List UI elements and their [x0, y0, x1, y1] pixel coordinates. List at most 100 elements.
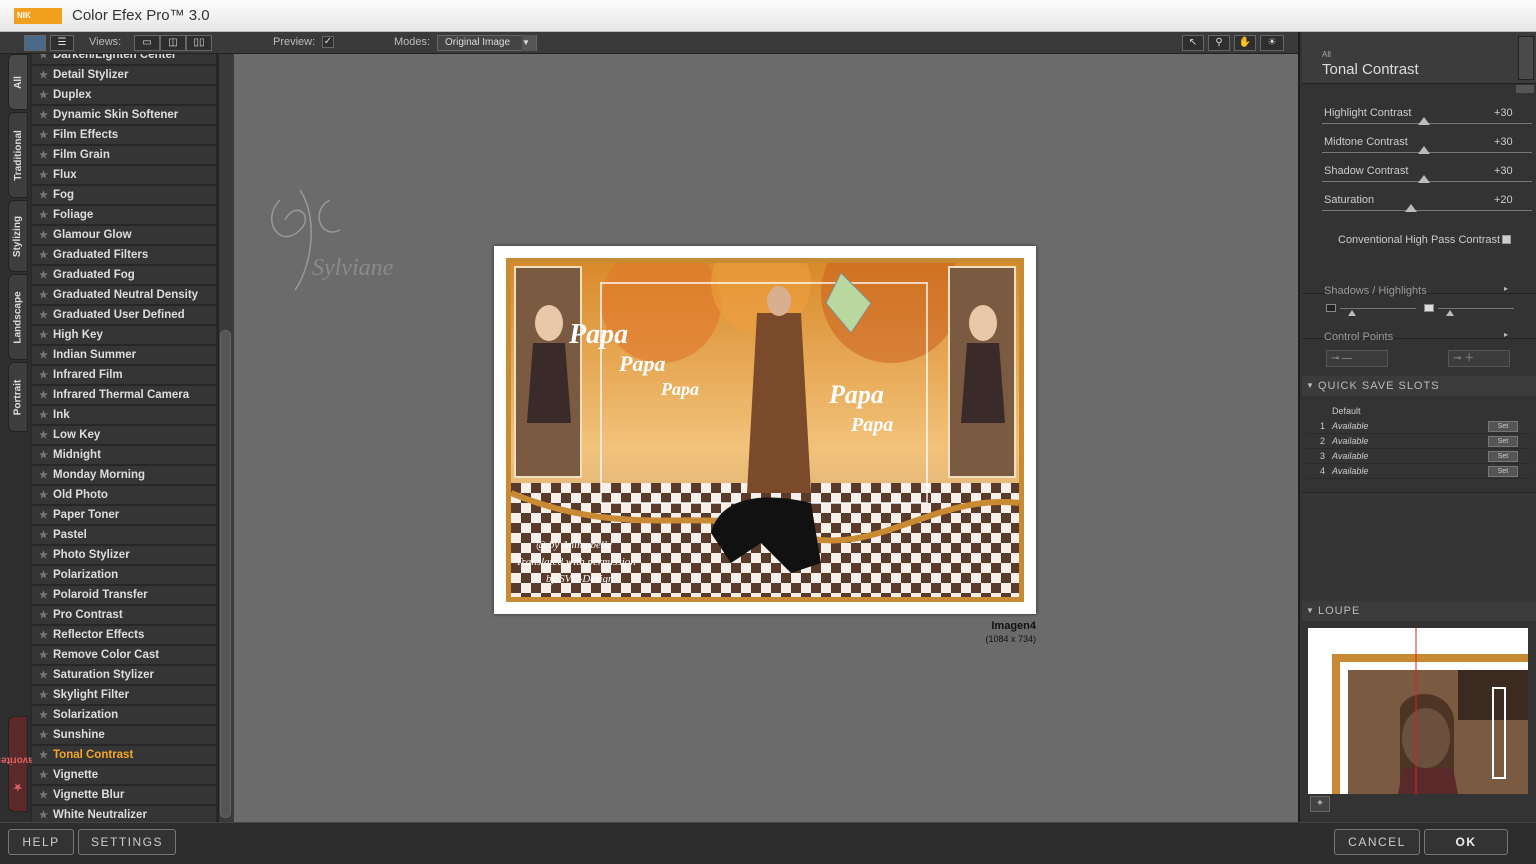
- help-button[interactable]: HELP: [8, 829, 74, 855]
- quick-save-slot[interactable]: 3 Available Set: [1306, 450, 1530, 464]
- favorite-star-icon[interactable]: ★: [39, 746, 48, 765]
- filter-item[interactable]: ★ Midnight: [32, 446, 216, 465]
- filter-item[interactable]: ★ Infrared Film: [32, 366, 216, 385]
- quick-save-slot[interactable]: 4 Available Set: [1306, 465, 1530, 479]
- slot-set-button[interactable]: Set: [1488, 421, 1518, 432]
- filter-item[interactable]: ★ Flux: [32, 166, 216, 185]
- filter-item[interactable]: ★ Ink: [32, 406, 216, 425]
- filter-item[interactable]: ★ Fog: [32, 186, 216, 205]
- hand-icon[interactable]: ✋: [1234, 35, 1256, 51]
- scrollbar-thumb[interactable]: [220, 330, 231, 818]
- filter-item[interactable]: ★ Foliage: [32, 206, 216, 225]
- tab-all[interactable]: All: [8, 54, 28, 110]
- tab-favorites[interactable]: ★ Favorites: [0, 716, 40, 812]
- favorite-star-icon[interactable]: ★: [39, 66, 48, 85]
- slider-handle[interactable]: [1418, 146, 1430, 154]
- single-view-icon[interactable]: [24, 35, 46, 51]
- filter-item[interactable]: ★ Infrared Thermal Camera: [32, 386, 216, 405]
- expand-arrow-icon[interactable]: ▸: [1504, 330, 1508, 339]
- favorite-star-icon[interactable]: ★: [39, 506, 48, 525]
- favorite-star-icon[interactable]: ★: [39, 386, 48, 405]
- quick-save-slot[interactable]: 1 Available Set: [1306, 420, 1530, 434]
- filter-item[interactable]: ★ Duplex: [32, 86, 216, 105]
- favorite-star-icon[interactable]: ★: [39, 606, 48, 625]
- filter-item[interactable]: ★ Graduated Neutral Density: [32, 286, 216, 305]
- favorite-star-icon[interactable]: ★: [39, 406, 48, 425]
- slider-handle[interactable]: [1418, 175, 1430, 183]
- slot-set-button[interactable]: Set: [1488, 466, 1518, 477]
- tab-portrait[interactable]: Portrait: [8, 362, 28, 432]
- quick-save-slot[interactable]: 2 Available Set: [1306, 435, 1530, 449]
- favorite-star-icon[interactable]: ★: [39, 526, 48, 545]
- favorite-star-icon[interactable]: ★: [39, 226, 48, 245]
- filter-select-dropdown[interactable]: [1518, 36, 1534, 80]
- favorite-star-icon[interactable]: ★: [39, 126, 48, 145]
- high-pass-checkbox[interactable]: [1502, 235, 1511, 244]
- favorite-star-icon[interactable]: ★: [39, 186, 48, 205]
- tab-traditional[interactable]: Traditional: [8, 112, 28, 198]
- favorite-star-icon[interactable]: ★: [39, 426, 48, 445]
- favorite-star-icon[interactable]: ★: [39, 706, 48, 725]
- slot-set-button[interactable]: Set: [1488, 451, 1518, 462]
- favorite-star-icon[interactable]: ★: [39, 446, 48, 465]
- favorite-star-icon[interactable]: ★: [39, 726, 48, 745]
- add-control-point-button[interactable]: ⊸ ＋: [1448, 350, 1510, 367]
- favorite-star-icon[interactable]: ★: [39, 486, 48, 505]
- pointer-icon[interactable]: ↖: [1182, 35, 1204, 51]
- preview-image-frame[interactable]: Papa Papa Papa Papa Papa @ by Animabelle…: [494, 246, 1036, 614]
- filter-item[interactable]: ★ Vignette Blur: [32, 786, 216, 805]
- favorite-star-icon[interactable]: ★: [39, 666, 48, 685]
- filter-item[interactable]: ★ Saturation Stylizer: [32, 666, 216, 685]
- favorite-star-icon[interactable]: ★: [39, 146, 48, 165]
- favorite-star-icon[interactable]: ★: [39, 346, 48, 365]
- preview-checkbox[interactable]: ✓: [322, 36, 334, 48]
- view-sidebyside-button[interactable]: ▯▯: [186, 35, 212, 51]
- tab-landscape[interactable]: Landscape: [8, 274, 28, 360]
- favorite-star-icon[interactable]: ★: [39, 306, 48, 325]
- view-single-button[interactable]: ▭: [134, 35, 160, 51]
- filter-item[interactable]: ★ Skylight Filter: [32, 686, 216, 705]
- filter-item[interactable]: ★ Photo Stylizer: [32, 546, 216, 565]
- favorite-star-icon[interactable]: ★: [39, 246, 48, 265]
- filter-item[interactable]: ★ Pastel: [32, 526, 216, 545]
- favorite-star-icon[interactable]: ★: [39, 266, 48, 285]
- favorite-star-icon[interactable]: ★: [39, 566, 48, 585]
- zoom-icon[interactable]: ⚲: [1208, 35, 1230, 51]
- panel-collapse-handle[interactable]: [1516, 85, 1534, 93]
- favorite-star-icon[interactable]: ★: [39, 626, 48, 645]
- filter-item[interactable]: ★ Sunshine: [32, 726, 216, 745]
- filter-item[interactable]: ★ Graduated User Defined: [32, 306, 216, 325]
- filter-item[interactable]: ★ Paper Toner: [32, 506, 216, 525]
- favorite-star-icon[interactable]: ★: [39, 466, 48, 485]
- filter-item[interactable]: ★ White Neutralizer: [32, 806, 216, 822]
- favorite-star-icon[interactable]: ★: [39, 166, 48, 185]
- filter-item[interactable]: ★ Reflector Effects: [32, 626, 216, 645]
- quick-save-header[interactable]: ▼ QUICK SAVE SLOTS: [1302, 376, 1536, 396]
- filter-item[interactable]: ★ Detail Stylizer: [32, 66, 216, 85]
- filter-item[interactable]: ★ Low Key: [32, 426, 216, 445]
- filter-item[interactable]: ★ Remove Color Cast: [32, 646, 216, 665]
- expand-arrow-icon[interactable]: ▸: [1504, 284, 1508, 293]
- filter-item[interactable]: ★ Polaroid Transfer: [32, 586, 216, 605]
- filter-item[interactable]: ★ Glamour Glow: [32, 226, 216, 245]
- filter-item[interactable]: ★ High Key: [32, 326, 216, 345]
- loupe-view[interactable]: [1308, 628, 1528, 794]
- slider-handle[interactable]: [1405, 204, 1417, 212]
- filter-item[interactable]: ★ Darken/Lighten Center: [32, 54, 216, 65]
- view-split-button[interactable]: ◫: [160, 35, 186, 51]
- filter-item[interactable]: ★ Old Photo: [32, 486, 216, 505]
- favorite-star-icon[interactable]: ★: [39, 586, 48, 605]
- settings-button[interactable]: SETTINGS: [78, 829, 176, 855]
- favorite-star-icon[interactable]: ★: [39, 546, 48, 565]
- filter-item[interactable]: ★ Graduated Fog: [32, 266, 216, 285]
- favorite-star-icon[interactable]: ★: [39, 86, 48, 105]
- highlight-slider-handle[interactable]: [1446, 310, 1454, 316]
- favorite-star-icon[interactable]: ★: [39, 766, 48, 785]
- slider-handle[interactable]: [1418, 117, 1430, 125]
- split-view-icon[interactable]: ☰: [50, 35, 74, 51]
- favorite-star-icon[interactable]: ★: [39, 286, 48, 305]
- slot-set-button[interactable]: Set: [1488, 436, 1518, 447]
- brightness-icon[interactable]: ☀: [1260, 35, 1284, 51]
- favorite-star-icon[interactable]: ★: [39, 686, 48, 705]
- favorite-star-icon[interactable]: ★: [39, 206, 48, 225]
